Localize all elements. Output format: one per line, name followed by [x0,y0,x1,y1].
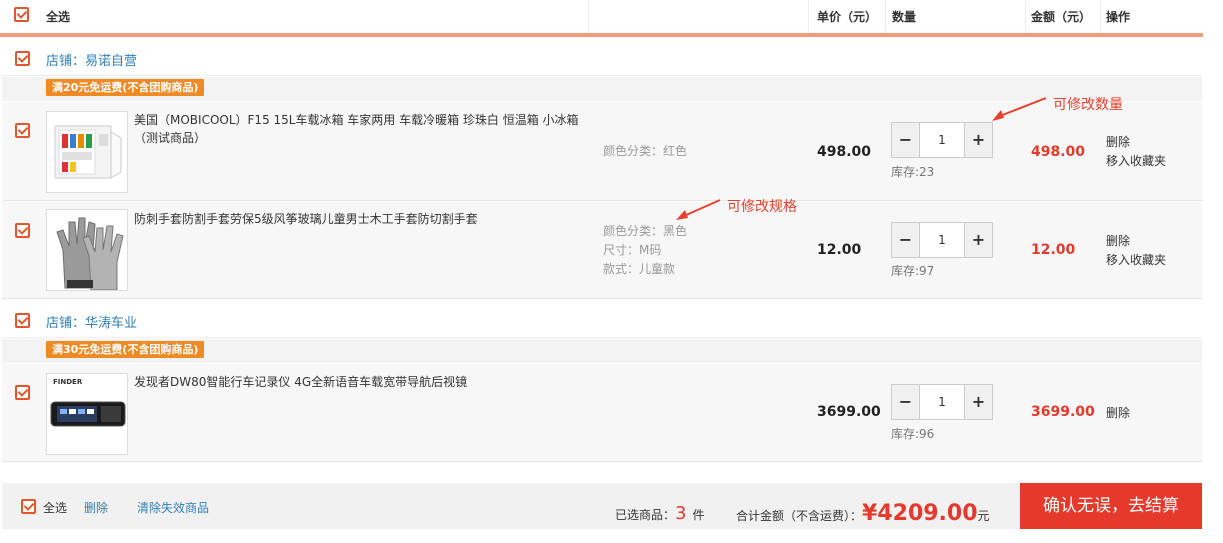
total-unit: 元 [977,509,990,523]
batch-delete-link[interactable]: 删除 [84,499,108,516]
selected-count-label: 已选商品：3 件 [615,503,704,524]
select-all-checkbox-bottom[interactable] [21,499,36,514]
selected-count: 3 [675,503,687,524]
total-value: ¥4209.00 [862,501,978,526]
annotation-arrows [676,97,1047,220]
spec-note-arrow [683,199,721,217]
checkout-button[interactable]: 确认无误，去结算 [1020,483,1202,529]
qty-annotation: 可修改数量 [1053,97,1123,113]
spec-annotation: 可修改规格 [727,199,797,215]
clear-invalid-link[interactable]: 清除失效商品 [137,499,209,516]
qty-note-arrowhead [992,110,1004,121]
qty-note-arrow [999,97,1047,117]
spec-note-arrowhead [676,210,688,220]
select-all-label-bottom[interactable]: 全选 [43,499,67,516]
total-text: 合计金额（不含运费）： [736,509,863,523]
cart-footer: 全选 删除 清除失效商品 已选商品：3 件 合计金额（不含运费）：¥4209.00… [2,483,1202,529]
total-label: 合计金额（不含运费）：¥4209.00元 [736,501,990,526]
selected-prefix: 已选商品： [615,508,676,522]
selected-suffix: 件 [692,508,705,522]
